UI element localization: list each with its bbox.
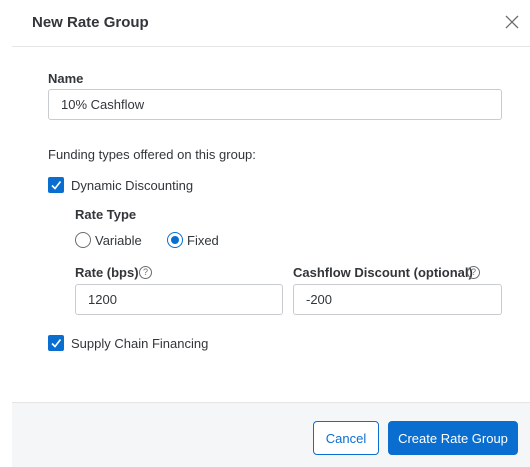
fixed-radio-label: Fixed	[187, 233, 219, 248]
dialog-title: New Rate Group	[32, 14, 149, 31]
dialog-header: New Rate Group	[12, 0, 530, 47]
dynamic-discounting-label: Dynamic Discounting	[71, 178, 194, 193]
dynamic-discounting-checkbox[interactable]	[48, 177, 64, 193]
checkmark-icon	[51, 339, 62, 348]
name-label: Name	[48, 71, 84, 86]
supply-chain-financing-checkbox[interactable]	[48, 335, 64, 351]
cashflow-discount-input[interactable]	[293, 284, 502, 315]
cancel-button[interactable]: Cancel	[313, 421, 379, 455]
cashflow-discount-help-icon[interactable]: ?	[467, 266, 480, 279]
fixed-radio[interactable]	[167, 232, 183, 248]
checkmark-icon	[51, 181, 62, 190]
rate-help-icon[interactable]: ?	[139, 266, 152, 279]
close-icon[interactable]	[502, 12, 522, 32]
new-rate-group-dialog: New Rate Group Name Funding types offere…	[0, 0, 530, 467]
variable-radio-label: Variable	[95, 233, 142, 248]
dialog-footer: Cancel Create Rate Group	[12, 402, 530, 467]
cashflow-discount-label: Cashflow Discount (optional)	[293, 265, 473, 280]
supply-chain-financing-label: Supply Chain Financing	[71, 336, 209, 351]
variable-radio[interactable]	[75, 232, 91, 248]
rate-bps-label: Rate (bps)	[75, 265, 139, 280]
name-input[interactable]	[48, 89, 502, 120]
rate-type-label: Rate Type	[75, 207, 137, 222]
rate-bps-input[interactable]	[75, 284, 283, 315]
funding-types-intro: Funding types offered on this group:	[48, 147, 256, 162]
create-rate-group-button[interactable]: Create Rate Group	[388, 421, 518, 455]
